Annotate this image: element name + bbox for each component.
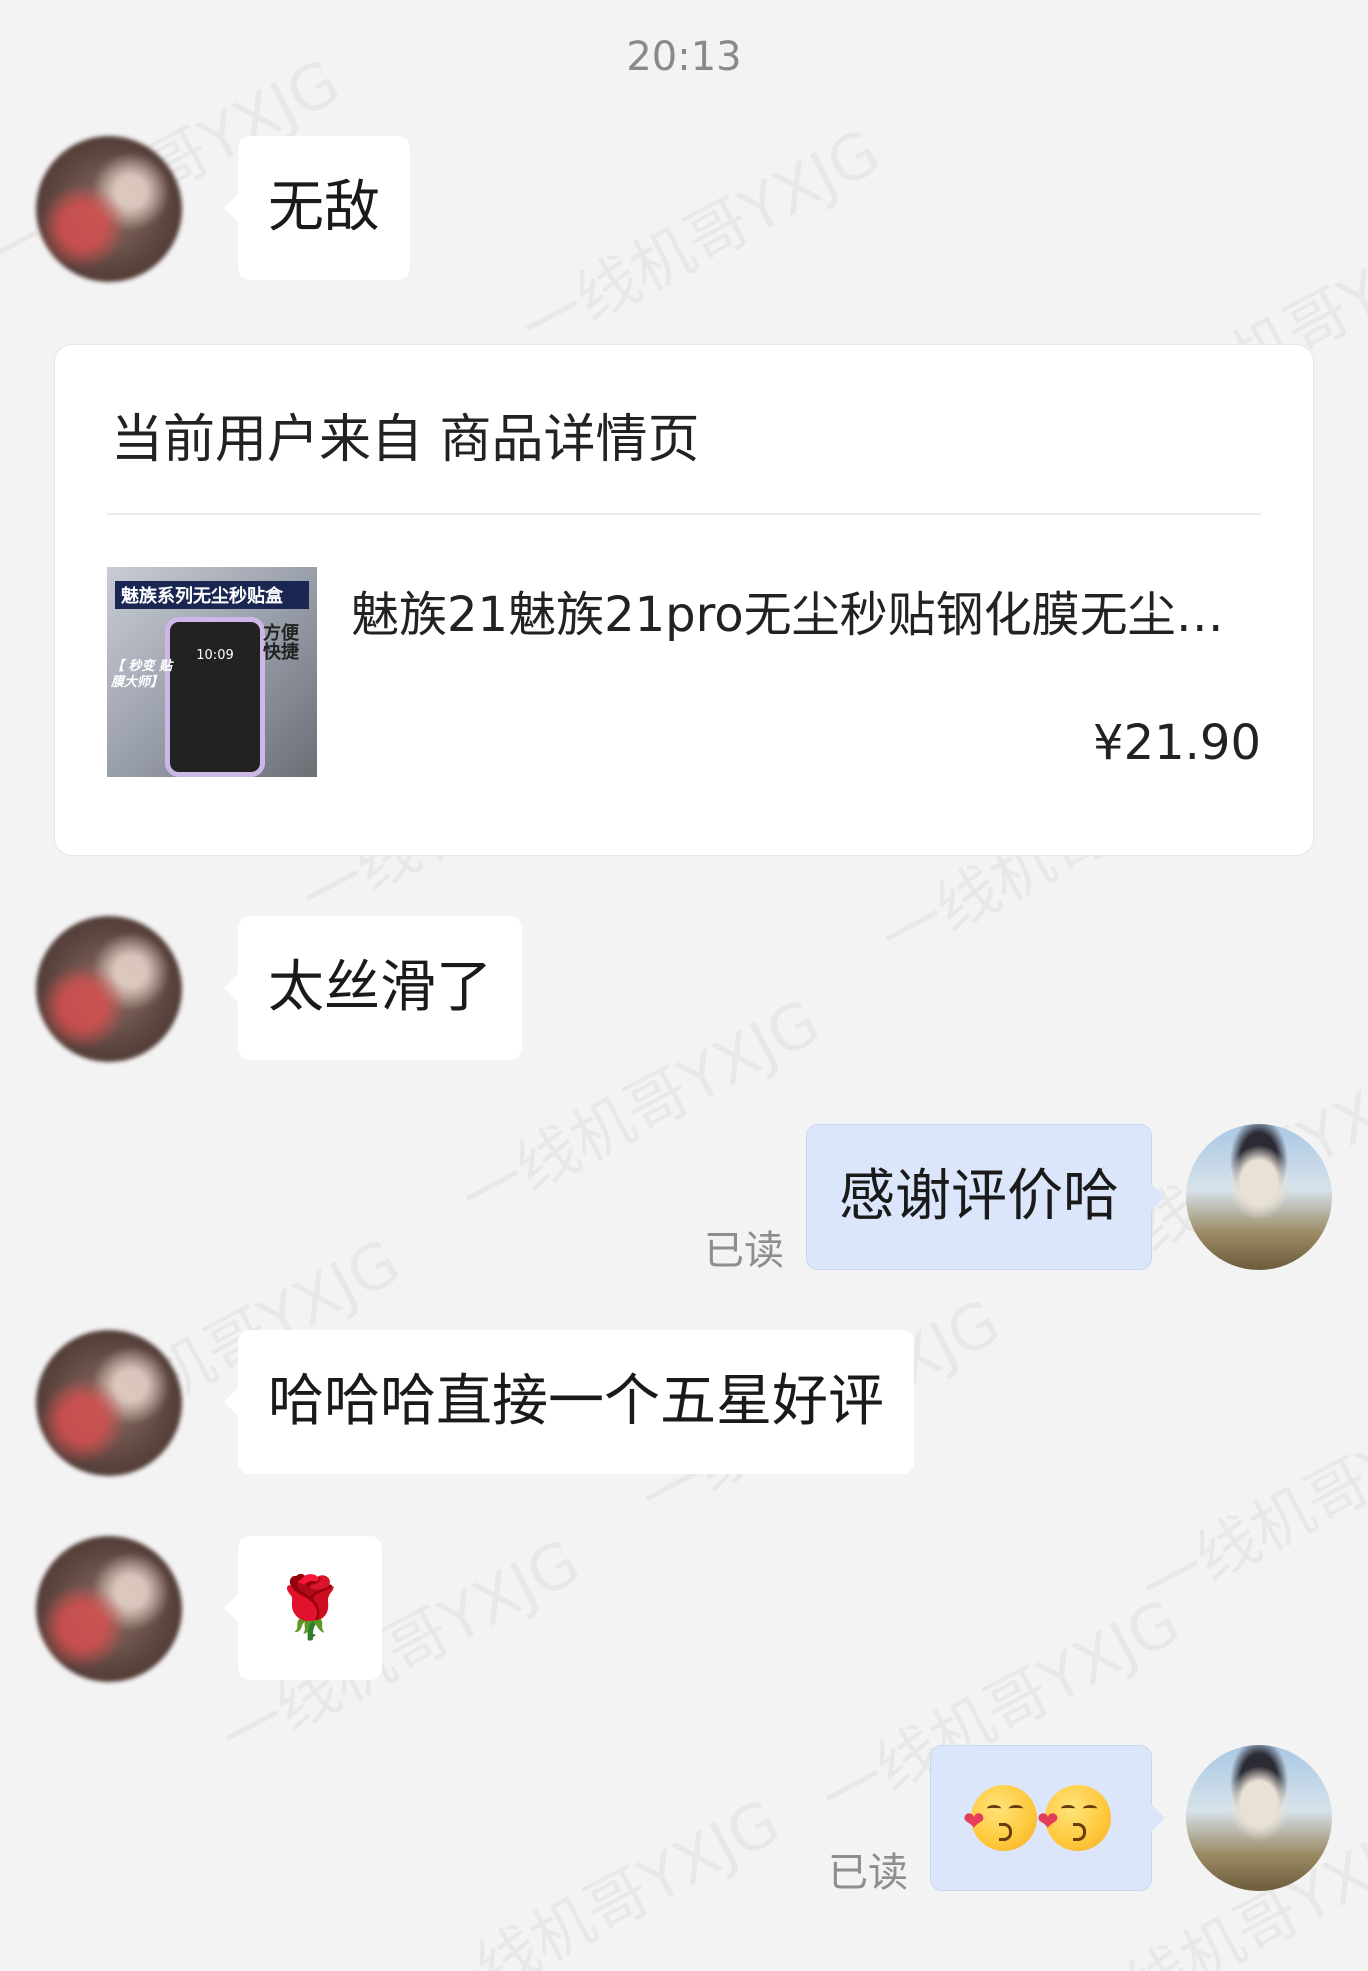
- watermark: 一线机哥YXJG: [502, 103, 893, 368]
- thumbnail-side-text: 方便快捷: [263, 623, 299, 663]
- watermark: 一线机哥YXJG: [402, 1773, 793, 1971]
- product-card[interactable]: 当前用户来自 商品详情页 魅族系列无尘秒贴盒 10:09 方便快捷 【 秒变 贴…: [54, 344, 1314, 856]
- phone-time: 10:09: [196, 648, 234, 663]
- contact-avatar[interactable]: [36, 1330, 182, 1476]
- product-card-source: 当前用户来自 商品详情页: [111, 410, 700, 470]
- message-text: 哈哈哈直接一个五星好评: [268, 1369, 884, 1434]
- incoming-message[interactable]: 🌹: [224, 1536, 382, 1680]
- divider: [107, 513, 1261, 515]
- my-avatar[interactable]: [1186, 1124, 1332, 1270]
- heart-icon: ❤: [963, 1807, 985, 1837]
- my-avatar[interactable]: [1186, 1745, 1332, 1891]
- outgoing-message[interactable]: ❤ ❤: [930, 1745, 1165, 1891]
- message-timestamp: 20:13: [626, 34, 742, 80]
- emoji-group: ❤ ❤: [963, 1785, 1111, 1851]
- thumbnail-banner: 魅族系列无尘秒贴盒: [115, 581, 309, 609]
- rose-emoji: 🌹: [272, 1573, 348, 1643]
- outgoing-message[interactable]: 感谢评价哈: [806, 1124, 1165, 1270]
- incoming-message[interactable]: 哈哈哈直接一个五星好评: [224, 1330, 914, 1474]
- contact-avatar[interactable]: [36, 136, 182, 282]
- message-text: 感谢评价哈: [839, 1164, 1119, 1229]
- product-thumbnail[interactable]: 魅族系列无尘秒贴盒 10:09 方便快捷 【 秒变 贴膜大师】: [107, 567, 317, 777]
- read-status: 已读: [828, 1850, 908, 1896]
- contact-avatar[interactable]: [36, 1536, 182, 1682]
- chat-screen: 一线机哥YXJG 一线机哥YXJG 一线机哥YXJG 一线机哥YXJG 一线机哥…: [0, 0, 1368, 1971]
- message-text: 无敌: [268, 175, 380, 240]
- incoming-message[interactable]: 太丝滑了: [224, 916, 522, 1060]
- product-price: ¥21.90: [1093, 715, 1261, 771]
- incoming-message[interactable]: 无敌: [224, 136, 410, 280]
- read-status: 已读: [704, 1228, 784, 1274]
- message-text: 太丝滑了: [268, 955, 492, 1020]
- contact-avatar[interactable]: [36, 916, 182, 1062]
- kissing-heart-emoji: ❤: [1037, 1785, 1111, 1851]
- phone-image: 10:09: [165, 617, 265, 777]
- watermark: 一线机哥YXJG: [1122, 1363, 1368, 1628]
- product-title[interactable]: 魅族21魅族21pro无尘秒贴钢化膜无尘秒…: [351, 575, 1271, 645]
- kissing-heart-emoji: ❤: [963, 1785, 1037, 1851]
- thumbnail-tag: 【 秒变 贴膜大师】: [111, 659, 173, 690]
- heart-icon: ❤: [1037, 1807, 1059, 1837]
